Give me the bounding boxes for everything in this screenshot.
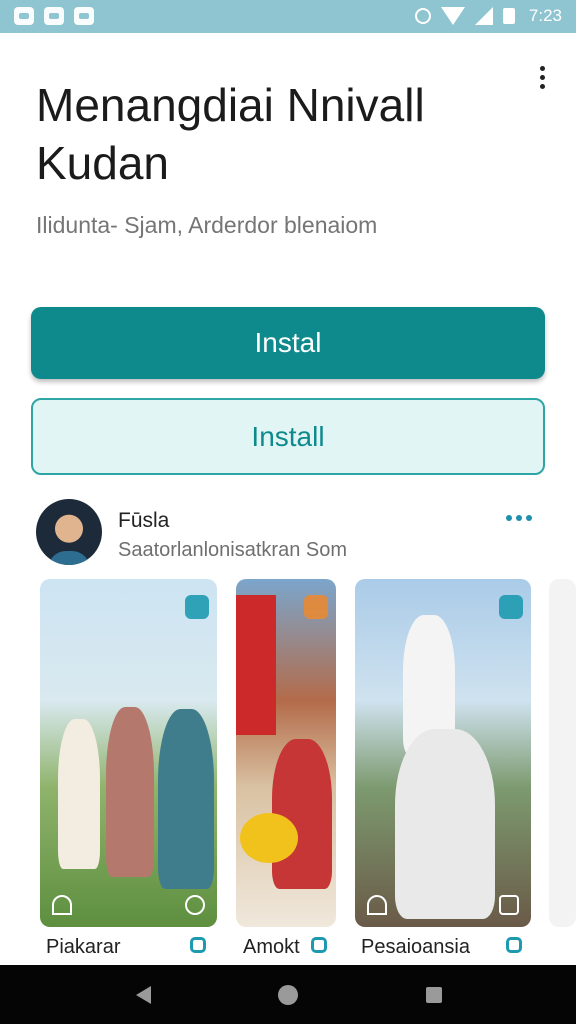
author-subtitle: Saatorlanlonisatkran Som [118, 539, 348, 561]
status-bar: 7:23 [0, 0, 576, 33]
notification-icons [14, 7, 94, 25]
bookmark-icon[interactable] [190, 937, 206, 953]
home-icon[interactable] [278, 985, 298, 1005]
camera-icon [185, 595, 209, 619]
avatar[interactable] [36, 499, 102, 565]
plant-icon [52, 895, 72, 915]
back-icon[interactable] [136, 986, 151, 1004]
app-icon [74, 7, 94, 25]
person-figure [58, 719, 100, 869]
overflow-menu-icon[interactable] [540, 66, 546, 89]
screenshot-card-4-partial[interactable] [549, 579, 576, 927]
badge-icon [304, 595, 328, 619]
card-caption-2: Amokt [243, 936, 300, 958]
battery-icon [502, 8, 515, 24]
screenshot-card-2[interactable] [236, 579, 336, 927]
gallery-icon [44, 7, 64, 25]
signal-icon [474, 7, 493, 25]
gallery-icon [499, 895, 519, 915]
person-figure [395, 729, 495, 919]
wifi-icon [440, 7, 465, 25]
screenshot-card-3[interactable] [355, 579, 531, 927]
app-subtitle: Ilidunta- Sjam, Arderdor blenaiom [36, 212, 378, 238]
food-plate [240, 813, 298, 863]
install-button-primary[interactable]: Instal [31, 307, 545, 379]
recents-icon[interactable] [426, 987, 442, 1003]
status-time: 7:23 [528, 6, 562, 25]
bookmark-icon[interactable] [506, 937, 522, 953]
install-button-secondary[interactable]: Install [31, 398, 545, 475]
system-icons: 7:23 [414, 6, 562, 26]
notification-icon [14, 7, 34, 25]
camera-icon [499, 595, 523, 619]
flag-image [236, 595, 276, 735]
bookmark-icon[interactable] [311, 937, 327, 953]
more-options-icon[interactable] [506, 515, 532, 521]
card-caption-3: Pesaioansia [361, 936, 470, 958]
person-figure [272, 739, 332, 889]
chat-icon [185, 895, 205, 915]
card-caption-1: Piakarar [46, 936, 121, 958]
person-figure [106, 707, 154, 877]
person-figure [158, 709, 214, 889]
alarm-icon [414, 8, 431, 24]
author-name[interactable]: Fūsla [118, 509, 169, 533]
app-title: Menangdiai Nnivall Kudan [36, 79, 425, 189]
plant-icon [367, 895, 387, 915]
screenshot-card-1[interactable] [40, 579, 217, 927]
